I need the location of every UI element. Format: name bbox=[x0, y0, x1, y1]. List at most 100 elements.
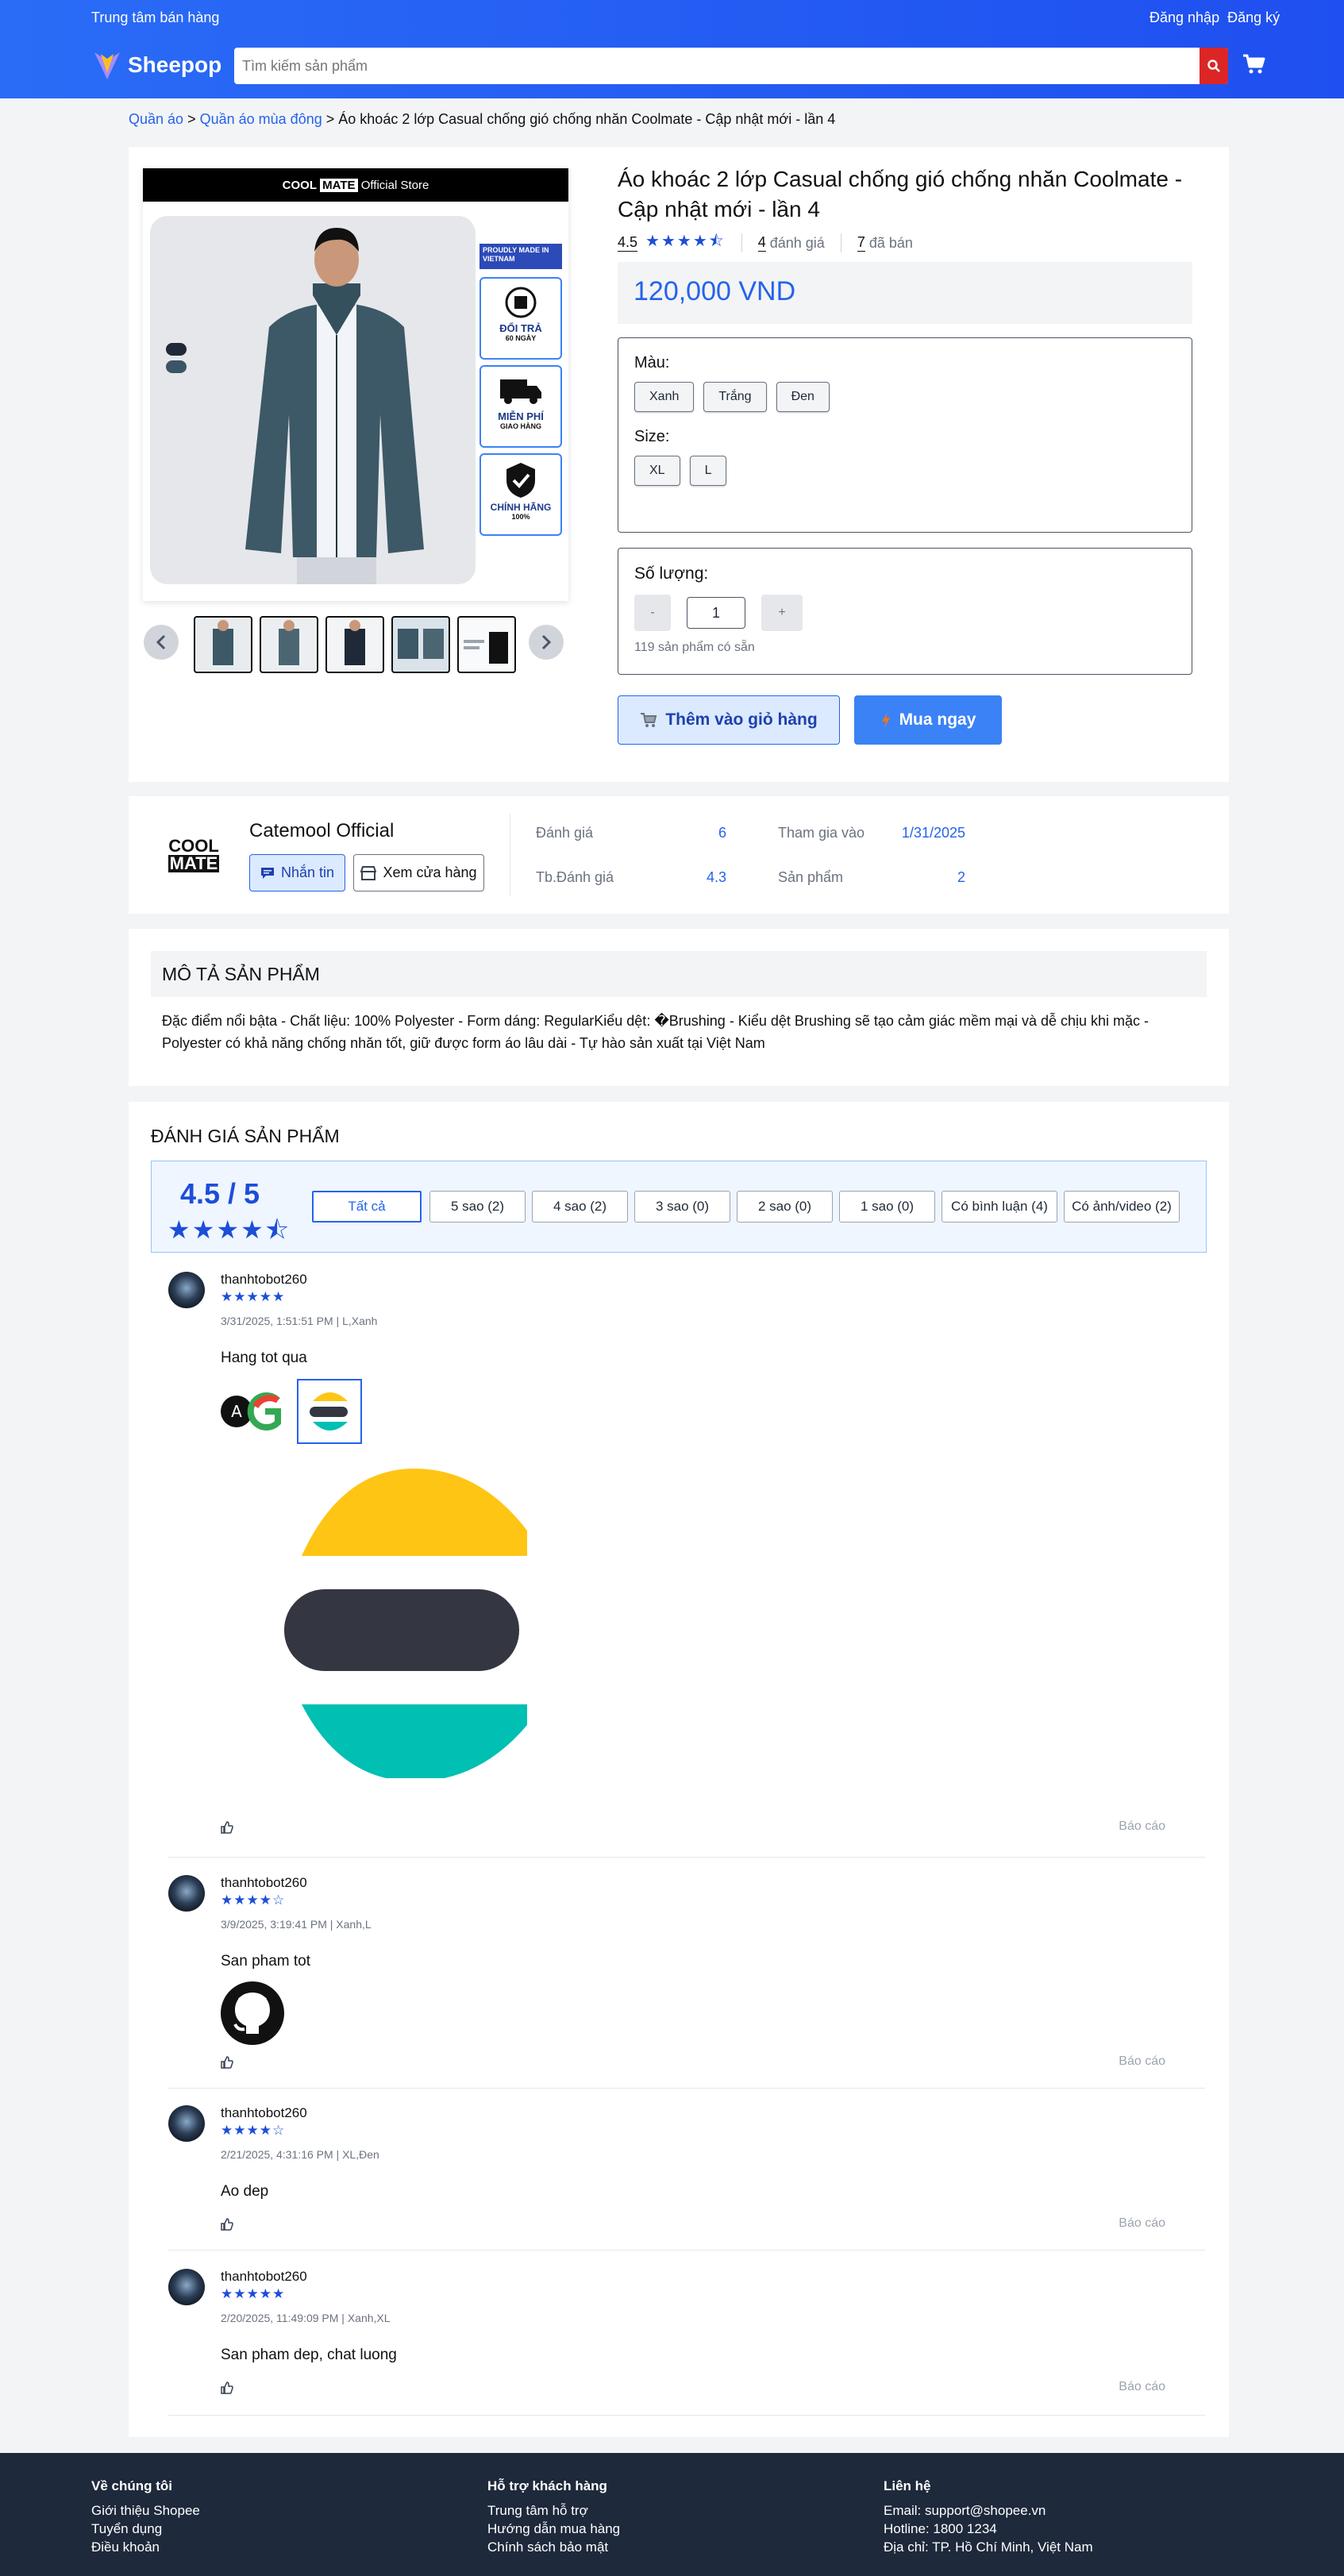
report-link[interactable]: Báo cáo bbox=[1119, 2216, 1165, 2231]
description-heading: MÔ TẢ SẢN PHẨM bbox=[162, 964, 320, 984]
thumbnail[interactable] bbox=[325, 616, 384, 673]
thumb-prev-button[interactable] bbox=[144, 625, 179, 660]
color-option-trang[interactable]: Trắng bbox=[703, 382, 767, 412]
footer-contact-item: Địa chỉ: TP. Hồ Chí Minh, Việt Nam bbox=[884, 2539, 1093, 2555]
stat-value: 6 bbox=[718, 825, 726, 841]
size-options: XL L bbox=[634, 456, 1176, 486]
footer-heading: Về chúng tôi bbox=[91, 2478, 172, 2493]
report-link[interactable]: Báo cáo bbox=[1119, 2054, 1165, 2069]
svg-text:A: A bbox=[231, 1402, 242, 1421]
color-option-den[interactable]: Đen bbox=[776, 382, 830, 412]
color-label: Màu: bbox=[634, 354, 670, 372]
chevron-left-icon bbox=[156, 634, 166, 650]
filter-with-comment[interactable]: Có bình luận (4) bbox=[942, 1191, 1057, 1223]
size-option-xl[interactable]: XL bbox=[634, 456, 680, 486]
review-stars-icon: ★★★★★ bbox=[221, 2286, 286, 2301]
stat-value: 4.3 bbox=[706, 869, 726, 885]
footer-support: Hỗ trợ khách hàng Trung tâm hỗ trợ Hướng… bbox=[487, 2477, 620, 2556]
truck-icon bbox=[500, 379, 541, 404]
breadcrumb: Quần áo > Quần áo mùa đông > Áo khoác 2 … bbox=[129, 111, 835, 128]
avatar bbox=[168, 2269, 205, 2305]
breadcrumb-link[interactable]: Quần áo bbox=[129, 111, 183, 127]
shop-logo-text: MATE bbox=[168, 853, 219, 873]
add-to-cart-button[interactable]: Thêm vào giỏ hàng bbox=[618, 695, 840, 745]
main-product-image[interactable] bbox=[150, 216, 476, 584]
filter-4-star[interactable]: 4 sao (2) bbox=[532, 1191, 628, 1223]
filter-1-star[interactable]: 1 sao (0) bbox=[839, 1191, 935, 1223]
footer-link[interactable]: Giới thiệu Shopee bbox=[91, 2503, 200, 2518]
footer-link[interactable]: Trung tâm hỗ trợ bbox=[487, 2503, 588, 2518]
footer-about: Về chúng tôi Giới thiệu Shopee Tuyển dụn… bbox=[91, 2477, 200, 2556]
qty-plus-button[interactable]: + bbox=[761, 595, 803, 631]
shop-logo[interactable]: COOL MATE bbox=[168, 837, 219, 872]
thumbnail[interactable] bbox=[457, 616, 516, 673]
media-thumbnail-image: A bbox=[221, 1392, 281, 1430]
search-icon bbox=[1207, 60, 1220, 72]
shop-stat: Sản phẩm 2 bbox=[778, 869, 965, 886]
search-input[interactable] bbox=[234, 48, 1195, 84]
badge-sub: GIAO HÀNG bbox=[499, 422, 541, 430]
review-media-thumb[interactable] bbox=[221, 1981, 284, 2045]
filter-2-star[interactable]: 2 sao (0) bbox=[737, 1191, 833, 1223]
thumbnail[interactable] bbox=[194, 616, 252, 673]
breadcrumb-separator: > bbox=[187, 111, 196, 127]
login-link[interactable]: Đăng nhập bbox=[1150, 10, 1219, 25]
shop-stat: Đánh giá 6 bbox=[536, 825, 726, 841]
view-shop-button[interactable]: Xem cửa hàng bbox=[353, 854, 484, 891]
brand-logo[interactable]: Sheepop bbox=[91, 49, 221, 81]
average-score: 4.5 / 5 bbox=[180, 1177, 260, 1210]
like-button[interactable] bbox=[221, 1821, 233, 1838]
size-option-l[interactable]: L bbox=[689, 456, 727, 486]
breadcrumb-separator: > bbox=[325, 111, 335, 127]
search-button[interactable] bbox=[1200, 48, 1228, 84]
lightning-icon bbox=[881, 712, 890, 728]
filter-with-media[interactable]: Có ảnh/video (2) bbox=[1064, 1191, 1180, 1223]
stock-text: 119 sản phẩm có sẵn bbox=[634, 641, 755, 654]
cart-icon bbox=[641, 713, 657, 727]
seller-center-link[interactable]: Trung tâm bán hàng bbox=[91, 10, 219, 26]
breadcrumb-current: Áo khoác 2 lớp Casual chống gió chống nh… bbox=[338, 111, 836, 127]
shop-stat: Tb.Đánh giá 4.3 bbox=[536, 869, 726, 886]
filter-3-star[interactable]: 3 sao (0) bbox=[634, 1191, 730, 1223]
review-divider bbox=[168, 1857, 1205, 1858]
filter-5-star[interactable]: 5 sao (2) bbox=[429, 1191, 526, 1223]
badge-title: ĐỔI TRẢ bbox=[499, 322, 542, 334]
color-option-xanh[interactable]: Xanh bbox=[634, 382, 695, 412]
buy-now-button[interactable]: Mua ngay bbox=[854, 695, 1002, 745]
footer-link[interactable]: Chính sách bảo mật bbox=[487, 2539, 608, 2555]
thumbnail[interactable] bbox=[391, 616, 450, 673]
thumbnail[interactable] bbox=[260, 616, 318, 673]
register-link[interactable]: Đăng ký bbox=[1227, 10, 1280, 25]
review-count: 4 bbox=[757, 234, 766, 252]
review-media-preview[interactable] bbox=[256, 1461, 573, 1781]
brand-name: Sheepop bbox=[128, 52, 222, 77]
filter-all[interactable]: Tất cả bbox=[312, 1191, 422, 1223]
footer-link[interactable]: Tuyển dụng bbox=[91, 2521, 162, 2536]
breadcrumb-link[interactable]: Quần áo mùa đông bbox=[200, 111, 322, 127]
site-header: Trung tâm bán hàng Đăng nhập Đăng ký She… bbox=[0, 0, 1344, 98]
store-icon bbox=[360, 865, 377, 880]
like-button[interactable] bbox=[221, 2382, 233, 2398]
review-text: Hang tot qua bbox=[221, 1350, 307, 1366]
cart-button[interactable] bbox=[1242, 52, 1265, 80]
price-box: 120,000 VND bbox=[618, 262, 1192, 324]
badge-made-in-vn: PROUDLY MADE IN VIETNAM bbox=[479, 244, 562, 269]
review-media-thumb[interactable]: A bbox=[221, 1380, 284, 1443]
thumb-next-button[interactable] bbox=[529, 625, 564, 660]
like-button[interactable] bbox=[221, 2056, 233, 2073]
qty-minus-button[interactable]: - bbox=[634, 595, 671, 631]
stat-label: Đánh giá bbox=[536, 825, 594, 841]
review-meta: 2/20/2025, 11:49:09 PM | Xanh,XL bbox=[221, 2312, 391, 2324]
shop-stat: Tham gia vào 1/31/2025 bbox=[778, 825, 965, 841]
review-meta: 3/31/2025, 1:51:51 PM | L,Xanh bbox=[221, 1315, 378, 1327]
qty-input[interactable]: 1 bbox=[687, 597, 745, 629]
review-meta: 2/21/2025, 4:31:16 PM | XL,Đen bbox=[221, 2148, 379, 2161]
review-media-thumb-selected[interactable] bbox=[297, 1379, 362, 1444]
chat-button[interactable]: Nhắn tin bbox=[249, 854, 345, 891]
footer-link[interactable]: Hướng dẫn mua hàng bbox=[487, 2521, 620, 2536]
report-link[interactable]: Báo cáo bbox=[1119, 1819, 1165, 1834]
report-link[interactable]: Báo cáo bbox=[1119, 2380, 1165, 2394]
footer-link[interactable]: Điều khoản bbox=[91, 2539, 160, 2555]
like-button[interactable] bbox=[221, 2218, 233, 2235]
shop-logo-text: COOL bbox=[168, 836, 219, 856]
